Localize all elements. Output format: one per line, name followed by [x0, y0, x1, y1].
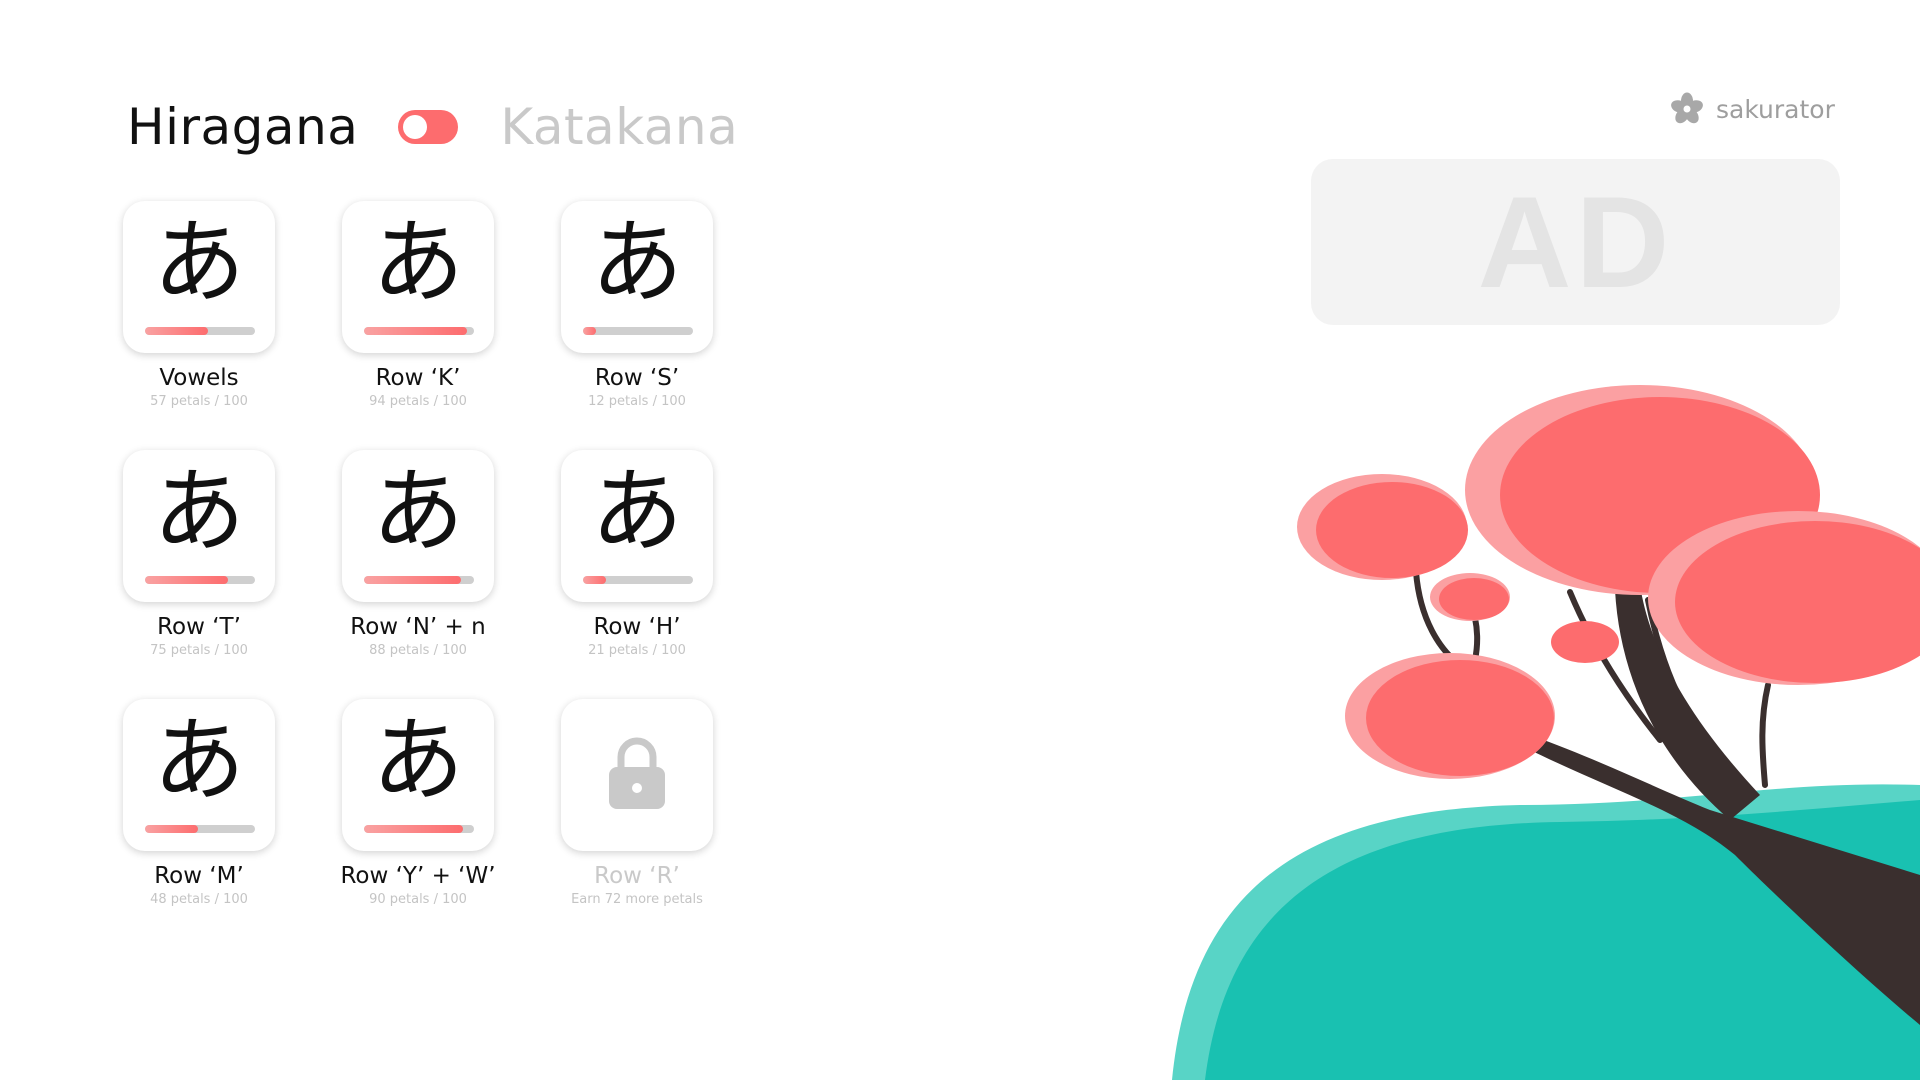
- lesson-tile-locked[interactable]: [561, 699, 713, 851]
- kana-glyph: あ: [371, 458, 464, 565]
- progress-bar: [364, 576, 474, 584]
- progress-fill: [145, 576, 228, 584]
- progress-bar: [583, 576, 693, 584]
- lesson-petals: 57 petals / 100: [150, 394, 248, 409]
- kana-glyph: あ: [152, 707, 245, 814]
- lesson-tile[interactable]: あ: [123, 201, 275, 353]
- kana-glyph: あ: [152, 458, 245, 565]
- kana-glyph: あ: [590, 458, 683, 565]
- lesson-tile[interactable]: あ: [123, 699, 275, 851]
- lock-icon: [609, 737, 665, 809]
- lesson-title: Row ‘N’ + n: [350, 614, 486, 640]
- progress-fill: [364, 576, 461, 584]
- lesson-title: Row ‘Y’ + ‘W’: [340, 863, 496, 889]
- lesson-title: Row ‘M’: [154, 863, 244, 889]
- lesson-title: Row ‘R’: [594, 863, 680, 889]
- cherry-tree-illustration: [1172, 385, 1920, 1080]
- progress-bar: [583, 327, 693, 335]
- kana-glyph: あ: [371, 707, 464, 814]
- progress-bar: [364, 825, 474, 833]
- progress-fill: [364, 327, 468, 335]
- lesson-title: Vowels: [159, 365, 239, 391]
- progress-fill: [145, 825, 198, 833]
- lesson-tile[interactable]: あ: [561, 201, 713, 353]
- lesson-petals: 88 petals / 100: [369, 643, 467, 658]
- progress-bar: [364, 327, 474, 335]
- lesson-petals: 21 petals / 100: [588, 643, 686, 658]
- progress-fill: [583, 576, 607, 584]
- kana-glyph: あ: [371, 209, 464, 316]
- lesson-tile[interactable]: あ: [342, 450, 494, 602]
- kana-glyph: あ: [590, 209, 683, 316]
- lesson-tile[interactable]: あ: [123, 450, 275, 602]
- lesson-petals: 48 petals / 100: [150, 892, 248, 907]
- lesson-tile[interactable]: あ: [342, 699, 494, 851]
- progress-bar: [145, 576, 255, 584]
- progress-fill: [364, 825, 463, 833]
- lesson-title: Row ‘H’: [593, 614, 681, 640]
- lesson-petals: 75 petals / 100: [150, 643, 248, 658]
- lesson-tile[interactable]: あ: [342, 201, 494, 353]
- lesson-tile[interactable]: あ: [561, 450, 713, 602]
- progress-bar: [145, 327, 255, 335]
- lesson-title: Row ‘S’: [594, 365, 680, 391]
- lesson-petals: 90 petals / 100: [369, 892, 467, 907]
- progress-fill: [145, 327, 208, 335]
- lesson-title: Row ‘T’: [157, 614, 241, 640]
- lesson-petals: 94 petals / 100: [369, 394, 467, 409]
- blossoms: [1297, 385, 1920, 779]
- progress-bar: [145, 825, 255, 833]
- progress-fill: [583, 327, 597, 335]
- kana-glyph: あ: [152, 209, 245, 316]
- lesson-title: Row ‘K’: [375, 365, 461, 391]
- lesson-petals: 12 petals / 100: [588, 394, 686, 409]
- lesson-petals: Earn 72 more petals: [571, 892, 703, 907]
